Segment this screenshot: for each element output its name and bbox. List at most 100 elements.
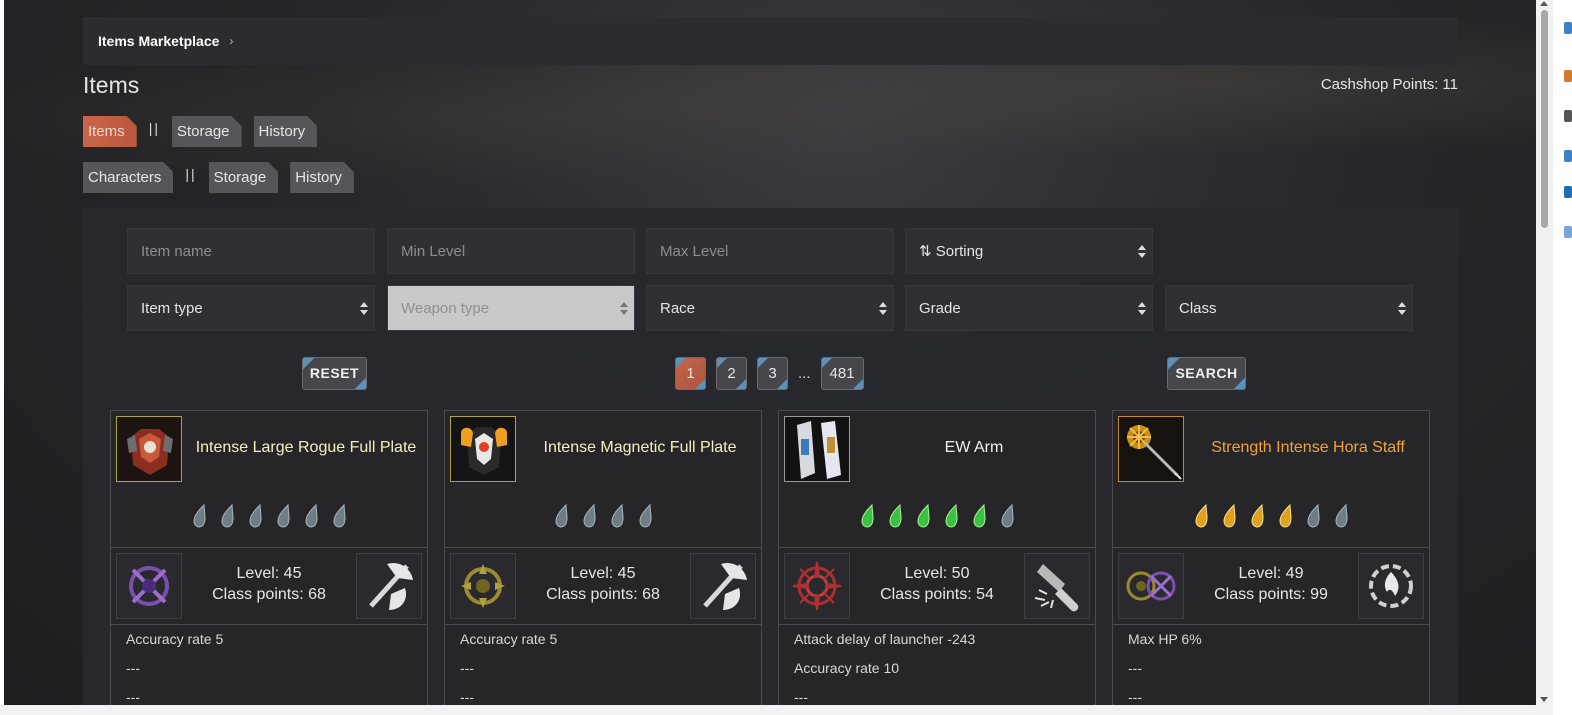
item-level: Level: 45: [236, 565, 302, 582]
item-stats: Max HP 6% --- ---: [1113, 625, 1429, 705]
gold-gem-icon: [1223, 503, 1236, 528]
item-stats: Accuracy rate 5 --- ---: [445, 625, 761, 705]
side-app-icon[interactable]: [1564, 70, 1572, 82]
tab-items[interactable]: Items: [83, 116, 137, 147]
search-button-label: SEARCH: [1175, 365, 1238, 381]
side-app-icon[interactable]: [1564, 150, 1572, 162]
item-stat: Accuracy rate 5: [126, 631, 224, 647]
axe-icon: [356, 553, 422, 619]
item-name[interactable]: EW Arm: [859, 439, 1089, 457]
item-card[interactable]: EW Arm Level: 50 Class points: 54 Attack…: [778, 410, 1096, 705]
item-gem-slots: [1113, 503, 1429, 529]
scroll-down-arrow-icon[interactable]: [1540, 697, 1548, 702]
purple-race-icon: [116, 553, 182, 619]
level-info: Level: 50 Class points: 54: [854, 563, 1020, 605]
page-button-2[interactable]: 2: [716, 357, 747, 390]
item-card[interactable]: Strength Intense Hora Staff Level: 49 Cl…: [1112, 410, 1430, 705]
gray-gem-icon: [333, 503, 346, 528]
item-stat: ---: [1128, 660, 1142, 676]
item-type-select[interactable]: Item type: [127, 285, 375, 331]
grade-select[interactable]: Grade: [905, 285, 1153, 331]
reset-button-label: RESET: [309, 365, 360, 381]
fire-spiral-icon: [1358, 553, 1424, 619]
side-app-icon[interactable]: [1564, 110, 1572, 122]
rogue-armor-icon: [116, 416, 182, 482]
breadcrumb: Items Marketplace ›: [83, 17, 1458, 65]
hora-staff-icon: [1118, 416, 1184, 482]
scroll-up-arrow-icon[interactable]: [1540, 1, 1548, 6]
items-tab-row: Items || Storage History: [83, 116, 329, 147]
vertical-scrollbar[interactable]: [1536, 0, 1553, 705]
item-name-input[interactable]: Item name: [127, 228, 375, 274]
tab-items-history[interactable]: History: [254, 116, 318, 147]
class-select-value: Class: [1179, 300, 1217, 317]
level-info: Level: 45 Class points: 68: [520, 563, 686, 605]
select-arrows-icon: [1138, 243, 1146, 259]
level-info: Level: 45 Class points: 68: [186, 563, 352, 605]
marketplace-panel: Item name Min Level Max Level ⇅ Sorting …: [83, 208, 1458, 705]
level-info: Level: 49 Class points: 99: [1188, 563, 1354, 605]
side-app-icon[interactable]: [1564, 226, 1572, 238]
tab-characters[interactable]: Characters: [83, 162, 173, 193]
min-level-input[interactable]: Min Level: [387, 228, 635, 274]
gray-gem-icon: [583, 503, 596, 528]
gray-gem-icon: [555, 503, 568, 528]
item-level: Level: 45: [570, 565, 636, 582]
scroll-thumb[interactable]: [1541, 10, 1548, 228]
item-card-header: Strength Intense Hora Staff: [1113, 411, 1429, 548]
select-arrows-icon: [1398, 300, 1406, 316]
side-app-icon[interactable]: [1564, 186, 1572, 198]
item-card-header: EW Arm: [779, 411, 1095, 548]
select-arrows-icon: [1138, 300, 1146, 316]
race-select[interactable]: Race: [646, 285, 894, 331]
pagination-ellipsis: ...: [798, 365, 811, 382]
page-button-last[interactable]: 481: [820, 357, 864, 390]
reset-button[interactable]: RESET: [302, 357, 367, 390]
item-stat: ---: [794, 689, 808, 705]
item-card[interactable]: Intense Large Rogue Full Plate Level: 45…: [110, 410, 428, 705]
class-select[interactable]: Class: [1165, 285, 1413, 331]
gray-gem-icon: [277, 503, 290, 528]
side-app-icon[interactable]: [1564, 22, 1572, 34]
page-button-3[interactable]: 3: [757, 357, 788, 390]
gray-gem-icon: [639, 503, 652, 528]
tab-characters-storage[interactable]: Storage: [209, 162, 279, 193]
breadcrumb-link[interactable]: Items Marketplace: [98, 33, 219, 49]
item-stat: ---: [126, 689, 140, 705]
item-gem-slots: [779, 503, 1095, 529]
item-card[interactable]: Intense Magnetic Full Plate Level: 45 Cl…: [444, 410, 762, 705]
select-arrows-icon: [879, 300, 887, 316]
item-card-info: Level: 45 Class points: 68: [445, 548, 761, 625]
item-name[interactable]: Intense Magnetic Full Plate: [525, 439, 755, 457]
gray-gem-icon: [249, 503, 262, 528]
red-race-icon: [784, 553, 850, 619]
page-number: 481: [829, 365, 855, 382]
weapon-type-select[interactable]: Weapon type: [387, 285, 635, 331]
item-name[interactable]: Intense Large Rogue Full Plate: [191, 439, 421, 457]
green-gem-icon: [945, 503, 958, 528]
item-stats: Accuracy rate 5 --- ---: [111, 625, 427, 705]
gray-gem-icon: [1335, 503, 1348, 528]
item-stat: Attack delay of launcher -243: [794, 631, 976, 647]
gray-gem-icon: [221, 503, 234, 528]
select-arrows-icon: [360, 300, 368, 316]
green-gem-icon: [889, 503, 902, 528]
ew-arm-icon: [784, 416, 850, 482]
weapon-type-select-value: Weapon type: [401, 300, 490, 317]
page-button-1[interactable]: 1: [675, 357, 706, 390]
item-stat: ---: [1128, 689, 1142, 705]
item-stat: Accuracy rate 5: [460, 631, 558, 647]
max-level-input[interactable]: Max Level: [646, 228, 894, 274]
tab-characters-history[interactable]: History: [290, 162, 354, 193]
gold-gem-icon: [1279, 503, 1292, 528]
gray-gem-icon: [193, 503, 206, 528]
cashshop-points-label: Cashshop Points:: [1320, 76, 1439, 93]
item-gem-slots: [445, 503, 761, 529]
launcher-icon: [1024, 553, 1090, 619]
page-title: Items: [83, 72, 140, 98]
sorting-select[interactable]: ⇅ Sorting: [905, 228, 1153, 274]
item-name[interactable]: Strength Intense Hora Staff: [1193, 439, 1423, 457]
search-button[interactable]: SEARCH: [1167, 357, 1246, 390]
tab-items-storage[interactable]: Storage: [172, 116, 242, 147]
item-type-select-value: Item type: [141, 300, 203, 317]
